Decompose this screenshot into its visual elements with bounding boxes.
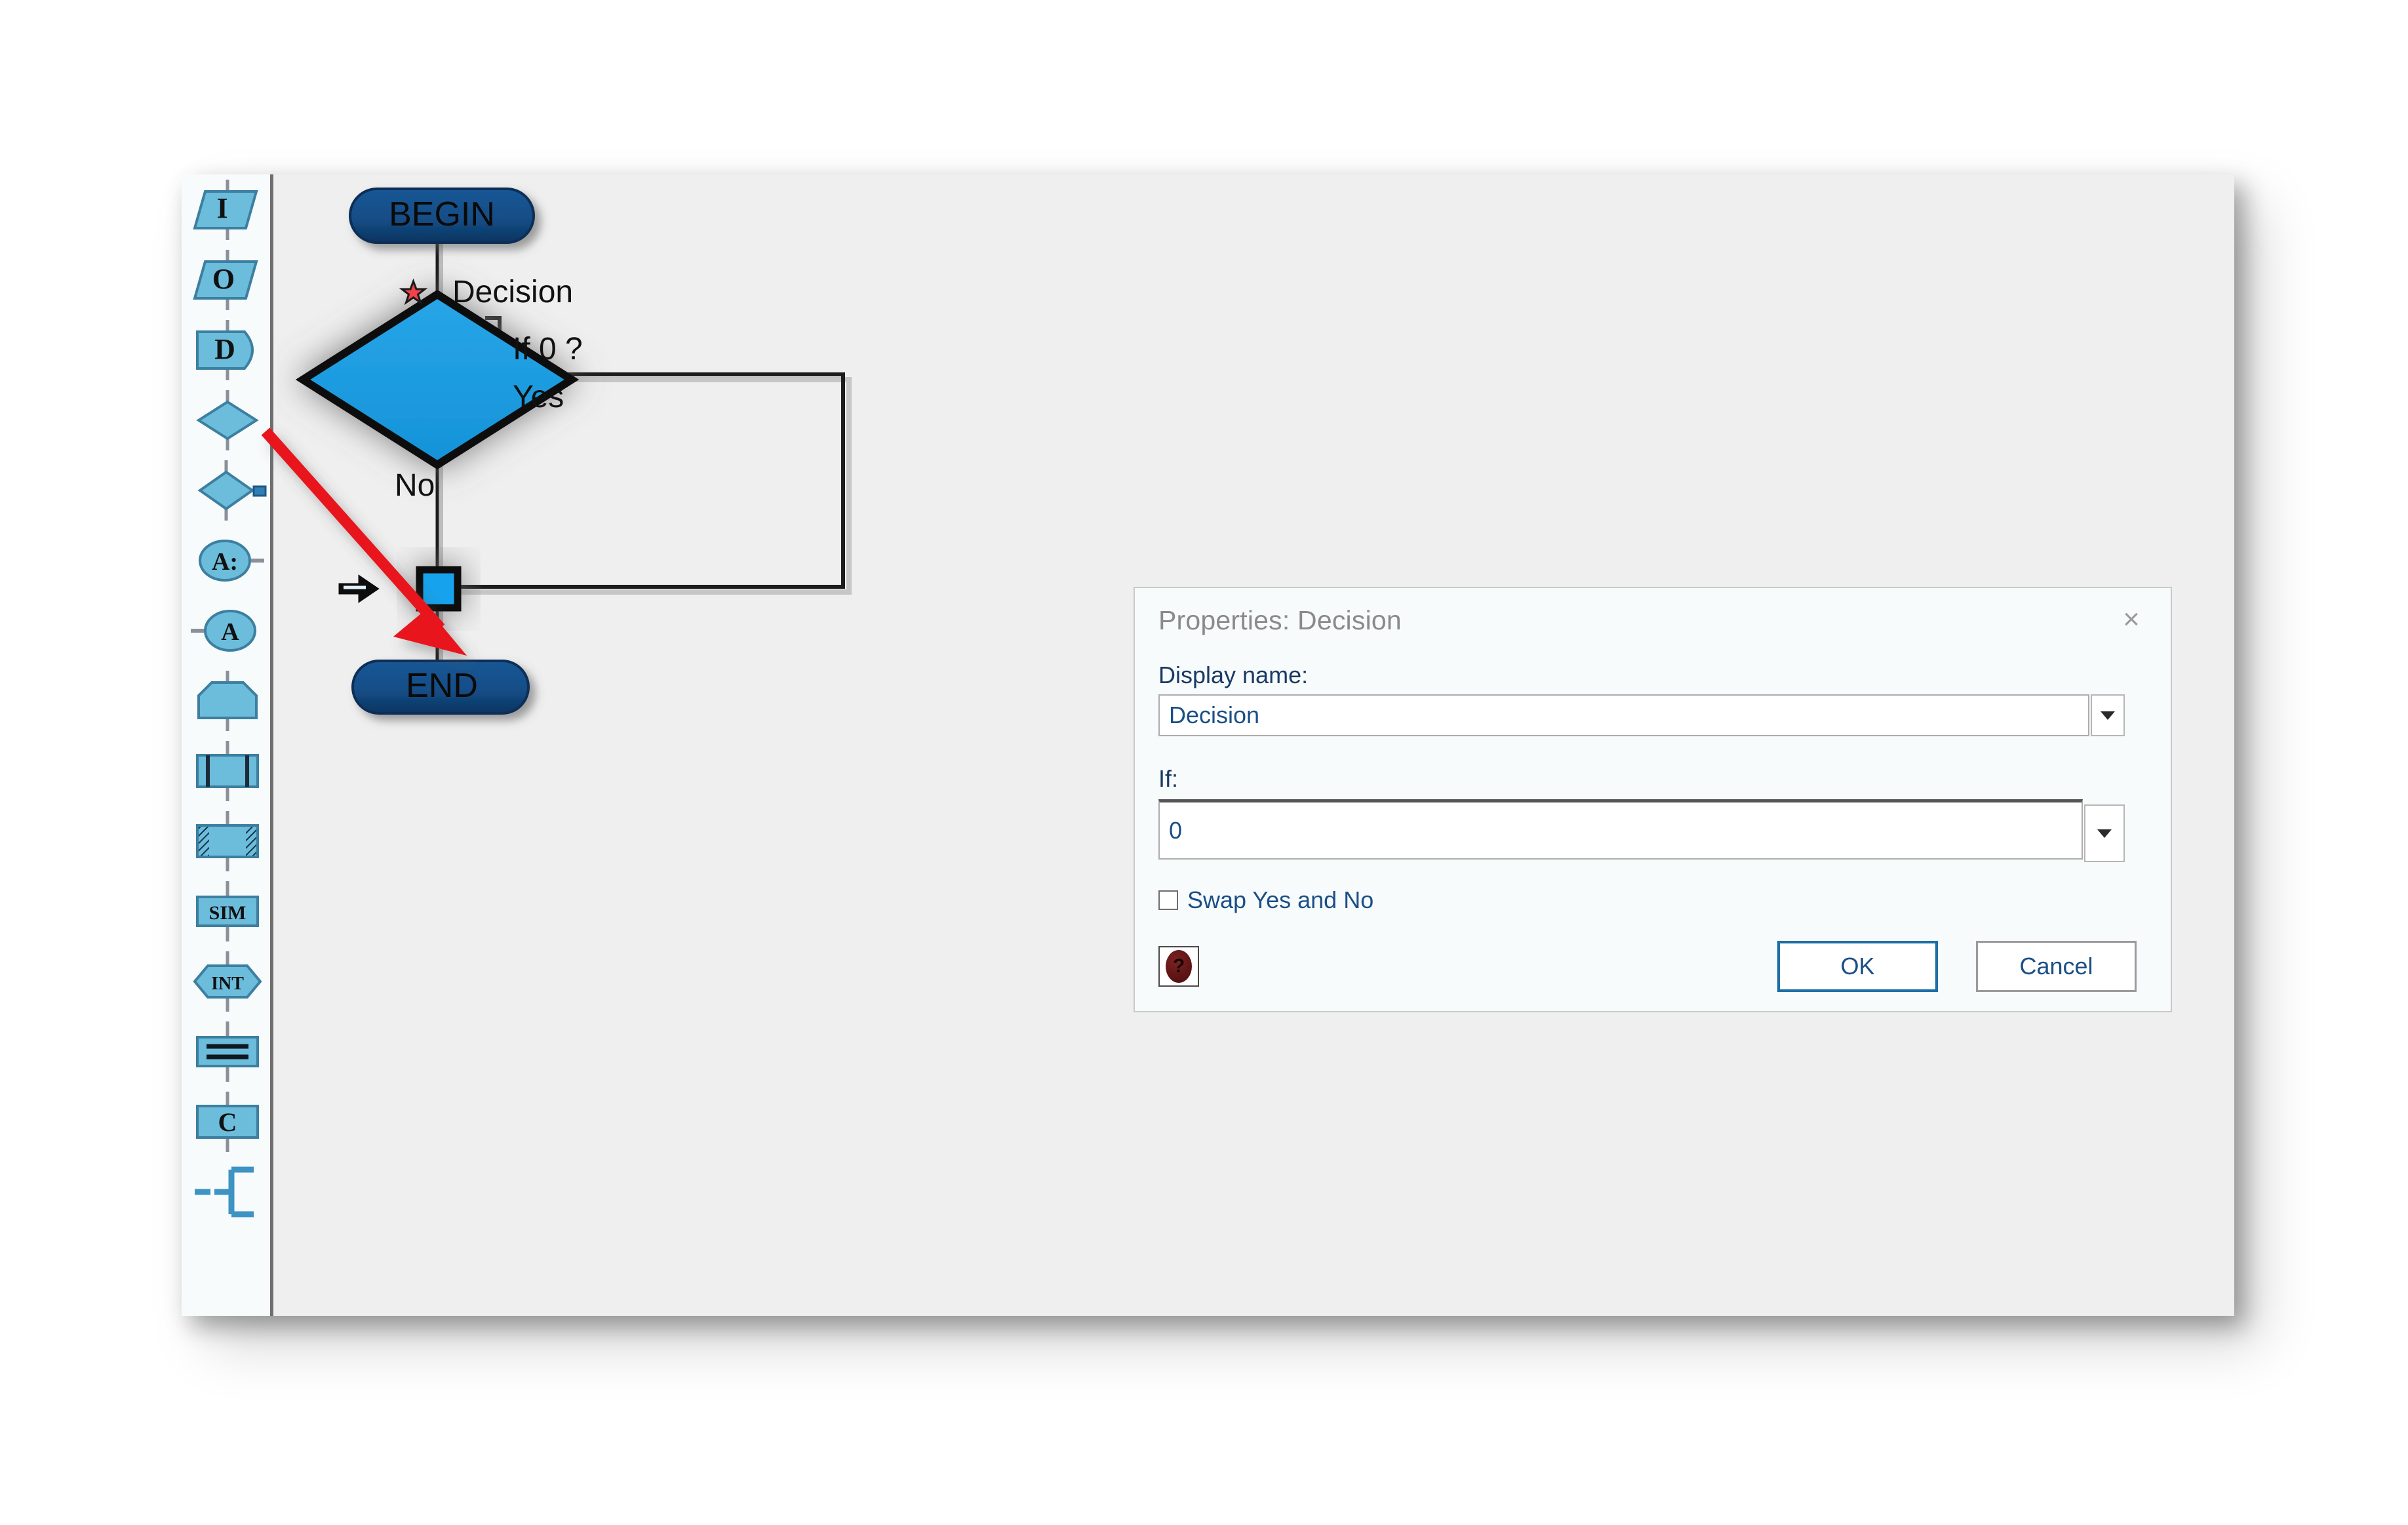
- swap-yes-no-row[interactable]: Swap Yes and No: [1158, 886, 1373, 914]
- svg-text:O: O: [212, 263, 235, 295]
- decision-shape-icon: [196, 389, 259, 450]
- comment-shape-icon: C: [196, 1091, 259, 1152]
- cursor-arrow-right-icon: [338, 574, 380, 603]
- svg-text:INT: INT: [211, 974, 244, 994]
- palette-item-interrupt-shape[interactable]: INT: [182, 946, 273, 1016]
- branch-no-label: No: [395, 468, 435, 503]
- if-label: If:: [1158, 765, 1179, 792]
- if-dropdown-button[interactable]: [2084, 804, 2125, 862]
- decision-title-label: Decision: [452, 275, 573, 309]
- svg-text:I: I: [216, 192, 227, 224]
- subroutine-shape-icon: [196, 740, 259, 801]
- shape-palette: I O D A: A SIM INT C: [182, 174, 273, 1316]
- swap-yes-no-checkbox[interactable]: [1158, 890, 1178, 910]
- display-shape-icon: D: [196, 319, 254, 380]
- palette-item-sim-shape[interactable]: SIM: [182, 876, 273, 946]
- decision-loop-shape-icon: [197, 460, 267, 521]
- svg-text:D: D: [214, 333, 235, 365]
- connector-label-shape-icon: A:: [199, 539, 264, 582]
- palette-item-subroutine-shape[interactable]: [182, 736, 273, 806]
- ok-button[interactable]: OK: [1777, 941, 1938, 992]
- palette-item-connector-goto-shape[interactable]: A: [182, 595, 273, 665]
- palette-item-output-shape[interactable]: O: [182, 245, 273, 315]
- properties-dialog: Properties: Decision × Display name: Dec…: [1134, 587, 2172, 1012]
- palette-item-comment-shape[interactable]: C: [182, 1086, 273, 1157]
- connector-goto-shape-icon: A: [191, 609, 256, 652]
- palette-item-decision-shape[interactable]: [182, 385, 273, 455]
- display-name-input[interactable]: Decision: [1158, 694, 2089, 736]
- assignment-shape-icon: [196, 1021, 259, 1082]
- palette-item-decision-loop-shape[interactable]: [182, 455, 273, 525]
- output-shape-icon: O: [193, 249, 258, 310]
- palette-item-preparation-shape[interactable]: [182, 665, 273, 736]
- palette-item-assignment-shape[interactable]: [182, 1016, 273, 1086]
- display-name-dropdown-button[interactable]: [2091, 694, 2125, 736]
- input-shape-icon: I: [193, 179, 258, 240]
- palette-item-hatched-process-shape[interactable]: [182, 806, 273, 876]
- end-label: END: [406, 667, 478, 705]
- svg-text:SIM: SIM: [209, 902, 247, 924]
- svg-text:C: C: [218, 1107, 237, 1137]
- palette-item-bracket-shape[interactable]: [182, 1157, 273, 1227]
- hatched-process-shape-icon: [196, 810, 259, 871]
- close-icon[interactable]: ×: [2112, 600, 2151, 639]
- application-window: I O D A: A SIM INT C BEGIN Decision If 0…: [182, 174, 2234, 1316]
- display-name-combobox[interactable]: Decision: [1158, 694, 2125, 736]
- interrupt-shape-icon: INT: [193, 951, 262, 1012]
- decision-condition-label: If 0 ?: [513, 332, 583, 366]
- help-question-icon: ?: [1166, 950, 1192, 983]
- palette-item-connector-label-shape[interactable]: A:: [182, 525, 273, 595]
- cancel-button[interactable]: Cancel: [1976, 941, 2137, 992]
- svg-text:A:: A:: [212, 548, 238, 576]
- if-combobox[interactable]: 0: [1158, 799, 2125, 862]
- connector-node: [416, 566, 462, 612]
- if-input[interactable]: 0: [1158, 799, 2083, 860]
- palette-item-input-shape[interactable]: I: [182, 174, 273, 245]
- dialog-titlebar[interactable]: Properties: Decision ×: [1135, 588, 2171, 651]
- sim-shape-icon: SIM: [196, 881, 259, 941]
- bracket-shape-icon: [195, 1166, 254, 1217]
- chevron-down-icon: [2097, 829, 2112, 838]
- swap-yes-no-label: Swap Yes and No: [1187, 886, 1374, 913]
- display-name-label: Display name:: [1158, 662, 1309, 688]
- begin-label: BEGIN: [389, 195, 495, 233]
- branch-yes-label: Yes: [513, 380, 564, 414]
- preparation-shape-icon: [197, 670, 258, 731]
- svg-text:A: A: [221, 618, 239, 646]
- palette-item-display-shape[interactable]: D: [182, 315, 273, 385]
- chevron-down-icon: [2101, 711, 2115, 720]
- dialog-title: Properties: Decision: [1158, 605, 1402, 635]
- breakpoint-star-icon: [399, 278, 428, 306]
- help-button[interactable]: ?: [1158, 946, 1199, 987]
